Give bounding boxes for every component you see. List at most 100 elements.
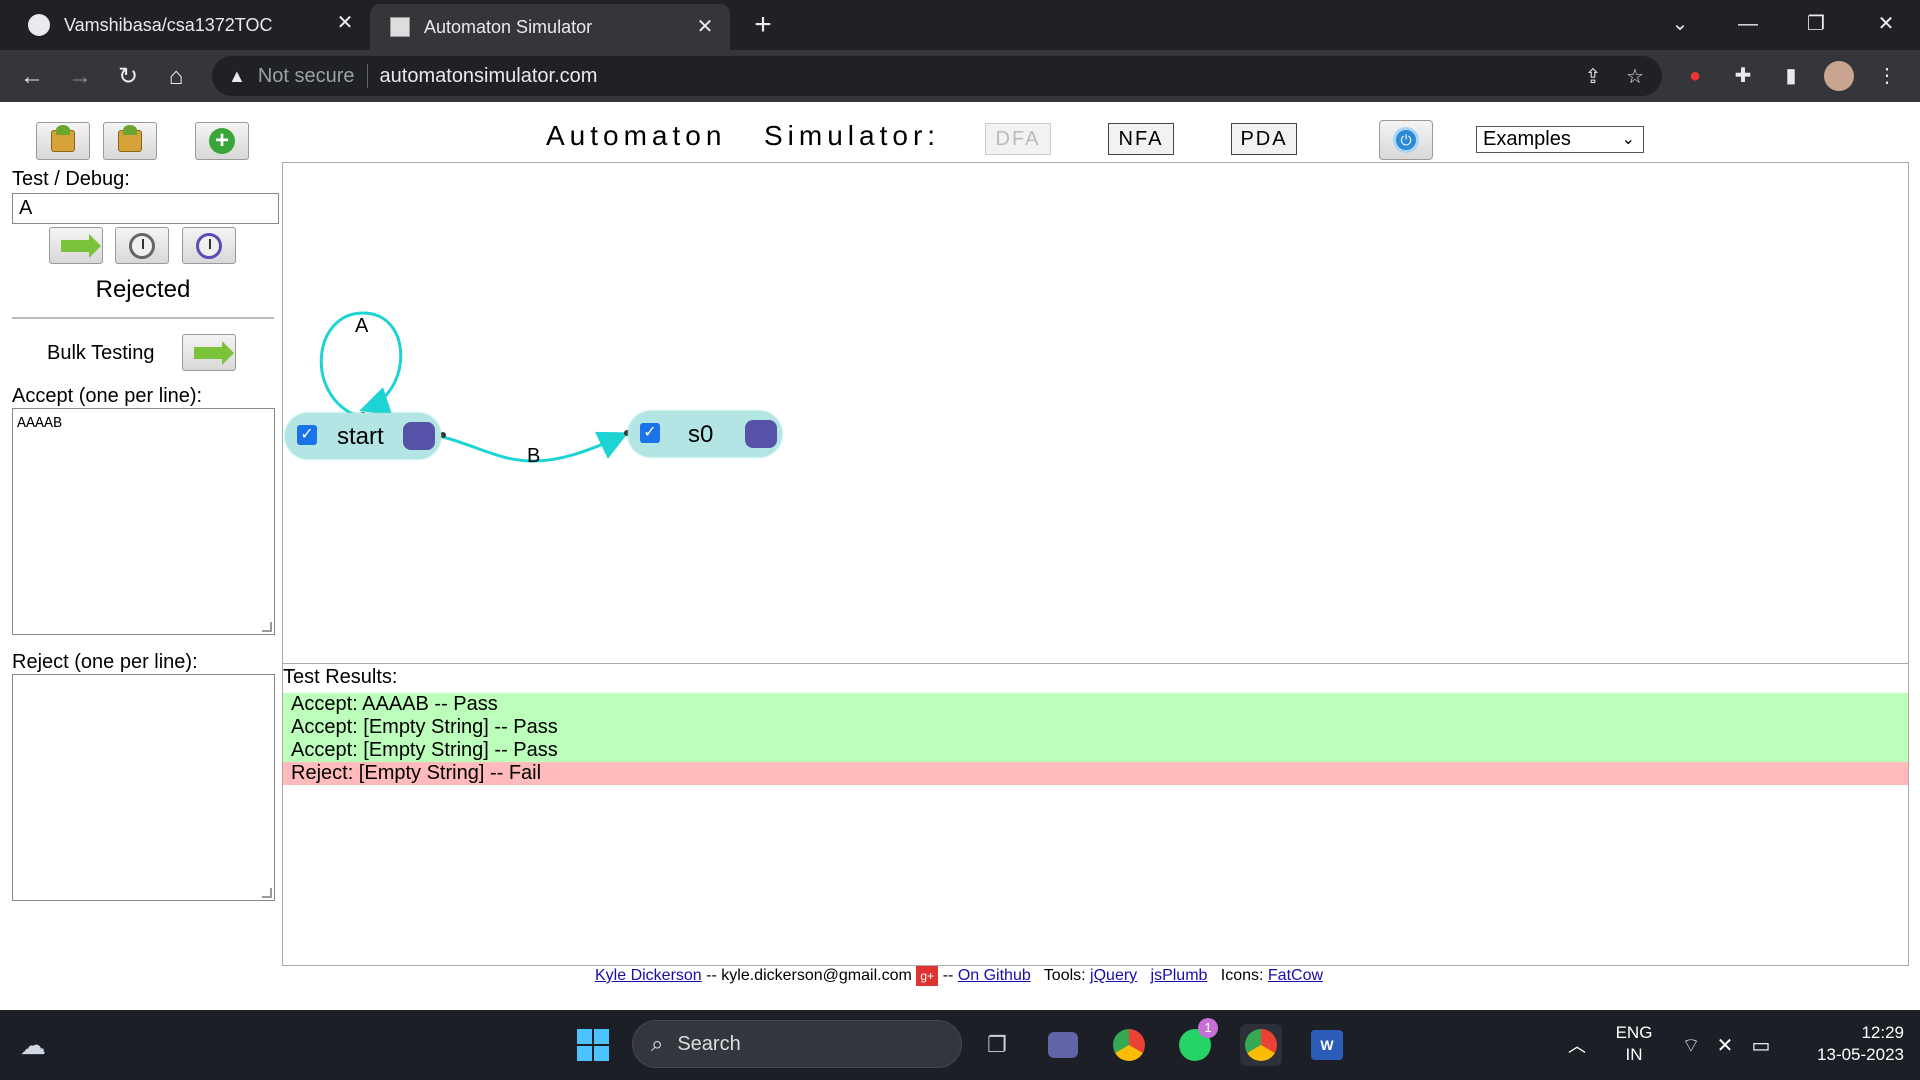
transitions-layer: [319, 311, 630, 463]
adblock-extension-icon[interactable]: ●: [1680, 61, 1710, 91]
accepting-checkbox[interactable]: ✓: [297, 425, 317, 445]
clock-play-icon: [196, 232, 222, 259]
url-text: automatonsimulator.com: [379, 64, 598, 87]
clock[interactable]: 12:29 13-05-2023: [1792, 1022, 1904, 1066]
restore-button[interactable]: ❐: [1796, 8, 1836, 40]
close-icon[interactable]: ✕: [694, 16, 716, 38]
fatcow-link[interactable]: FatCow: [1268, 967, 1323, 984]
whatsapp-icon[interactable]: 1: [1174, 1018, 1218, 1066]
bookmark-star-icon[interactable]: ☆: [1622, 64, 1648, 90]
footer-sep: --: [706, 967, 717, 985]
tools-label: Tools:: [1043, 967, 1086, 985]
box-icon: [118, 125, 142, 152]
result-row: Accept: [Empty String] -- Pass: [283, 739, 1908, 762]
language-indicator[interactable]: ENG IN: [1606, 1022, 1662, 1066]
new-tab-button[interactable]: +: [748, 8, 778, 42]
accepting-checkbox[interactable]: ✓: [640, 423, 660, 443]
taskbar-search[interactable]: ⌕ Search: [632, 1020, 962, 1068]
examples-select[interactable]: Examples ⌄: [1476, 126, 1644, 153]
automaton-canvas[interactable]: A B ✓ start ✓ s0: [282, 162, 1909, 664]
debug-step-button[interactable]: [115, 227, 169, 264]
profile-avatar[interactable]: [1824, 61, 1854, 91]
result-row: Reject: [Empty String] -- Fail: [283, 762, 1908, 785]
mode-nfa-button[interactable]: NFA: [1108, 123, 1174, 155]
state-start[interactable]: ✓ start: [285, 413, 441, 459]
back-arrow-icon[interactable]: ←: [16, 61, 48, 93]
browser-toolbar: ← → ↻ ⌂ ▲ Not secure automatonsimulator.…: [0, 50, 1920, 102]
resize-handle[interactable]: [262, 888, 272, 898]
date: 13-05-2023: [1817, 1045, 1904, 1064]
taskbar: ☁ ⌕ Search ❐ 1 W ︿ ENG IN ⌔ ✕ ▭ 12:29 13…: [0, 1010, 1920, 1080]
test-results-label: Test Results:: [283, 666, 398, 688]
forward-arrow-icon[interactable]: →: [64, 61, 96, 93]
minimize-button[interactable]: —: [1728, 8, 1768, 40]
mode-pda-button[interactable]: PDA: [1231, 123, 1297, 155]
run-test-button[interactable]: [49, 227, 103, 264]
github-link[interactable]: On Github: [958, 967, 1031, 984]
author-email: kyle.dickerson@gmail.com: [721, 967, 912, 985]
jsplumb-link[interactable]: jsPlumb: [1151, 967, 1208, 984]
author-link[interactable]: Kyle Dickerson: [595, 967, 702, 984]
save-machine-button[interactable]: [103, 122, 157, 160]
tab-automaton-simulator[interactable]: Automaton Simulator ✕: [370, 4, 730, 50]
lang-line2: IN: [1625, 1045, 1643, 1064]
bulk-test-run-button[interactable]: [182, 334, 236, 371]
accept-textarea-value: AAAAB: [17, 415, 63, 432]
debug-run-button[interactable]: [182, 227, 236, 264]
reload-icon[interactable]: ↻: [112, 61, 144, 93]
accept-textarea[interactable]: AAAAB: [12, 408, 275, 635]
search-icon: ⌕: [651, 1031, 664, 1056]
reject-textarea[interactable]: [12, 674, 275, 901]
teams-chat-icon[interactable]: [1042, 1024, 1084, 1066]
github-icon: [28, 14, 50, 36]
extensions-puzzle-icon[interactable]: ✚: [1728, 61, 1758, 91]
favicon-icon: [390, 17, 410, 37]
tab-search-chevron-icon[interactable]: ⌄: [1660, 8, 1700, 40]
transition-label-b[interactable]: B: [527, 445, 540, 468]
side-panel-icon[interactable]: ▮: [1776, 61, 1806, 91]
state-s0[interactable]: ✓ s0: [628, 411, 782, 457]
chrome-active-icon[interactable]: [1240, 1024, 1282, 1066]
page: + Test / Debug: A Rejected Bulk Testing …: [0, 102, 1920, 1010]
battery-icon[interactable]: ▭: [1740, 1024, 1782, 1066]
box-icon: [51, 125, 75, 152]
warning-icon: ▲: [228, 65, 246, 86]
reset-power-button[interactable]: ⏻: [1379, 120, 1433, 160]
connect-handle[interactable]: [745, 420, 777, 448]
tab-github[interactable]: Vamshibasa/csa1372TOC ✕: [14, 0, 370, 50]
add-state-button[interactable]: +: [195, 122, 249, 160]
close-icon[interactable]: ✕: [334, 12, 356, 34]
lang-line1: ENG: [1615, 1023, 1653, 1042]
google-plus-icon[interactable]: g+: [916, 966, 939, 986]
test-debug-input[interactable]: A: [12, 193, 279, 224]
examples-select-value: Examples: [1483, 128, 1571, 150]
weather-icon[interactable]: ☁: [12, 1024, 54, 1066]
mode-dfa-button[interactable]: DFA: [985, 123, 1051, 155]
window-close-button[interactable]: ✕: [1866, 8, 1906, 40]
reject-label: Reject (one per line):: [12, 651, 198, 673]
tab-title: Vamshibasa/csa1372TOC: [64, 14, 273, 35]
security-label: Not secure: [257, 64, 355, 87]
plus-icon: +: [209, 128, 235, 154]
divider: [12, 317, 274, 319]
share-icon[interactable]: ⇪: [1580, 64, 1606, 90]
chevron-down-icon: ⌄: [1621, 131, 1635, 148]
transition-label-a[interactable]: A: [355, 315, 368, 338]
connect-handle[interactable]: [403, 422, 435, 450]
result-row: Accept: [Empty String] -- Pass: [283, 716, 1908, 739]
address-bar[interactable]: ▲ Not secure automatonsimulator.com ⇪ ☆: [212, 56, 1662, 96]
home-icon[interactable]: ⌂: [160, 61, 192, 93]
load-machine-button[interactable]: [36, 122, 90, 160]
chevron-up-icon[interactable]: ︿: [1556, 1024, 1598, 1066]
start-windows-icon[interactable]: [572, 1024, 614, 1066]
task-view-icon[interactable]: ❐: [976, 1024, 1018, 1066]
chrome-icon[interactable]: [1108, 1024, 1150, 1066]
result-row: Accept: AAAAB -- Pass: [283, 693, 1908, 716]
app-title-automaton: Automaton: [546, 120, 727, 151]
jquery-link[interactable]: jQuery: [1090, 967, 1137, 984]
resize-handle[interactable]: [262, 622, 272, 632]
power-icon: ⏻: [1393, 127, 1419, 153]
menu-kebab-icon[interactable]: ⋮: [1872, 61, 1902, 91]
green-arrow-icon: [61, 233, 101, 258]
word-icon[interactable]: W: [1306, 1024, 1348, 1066]
